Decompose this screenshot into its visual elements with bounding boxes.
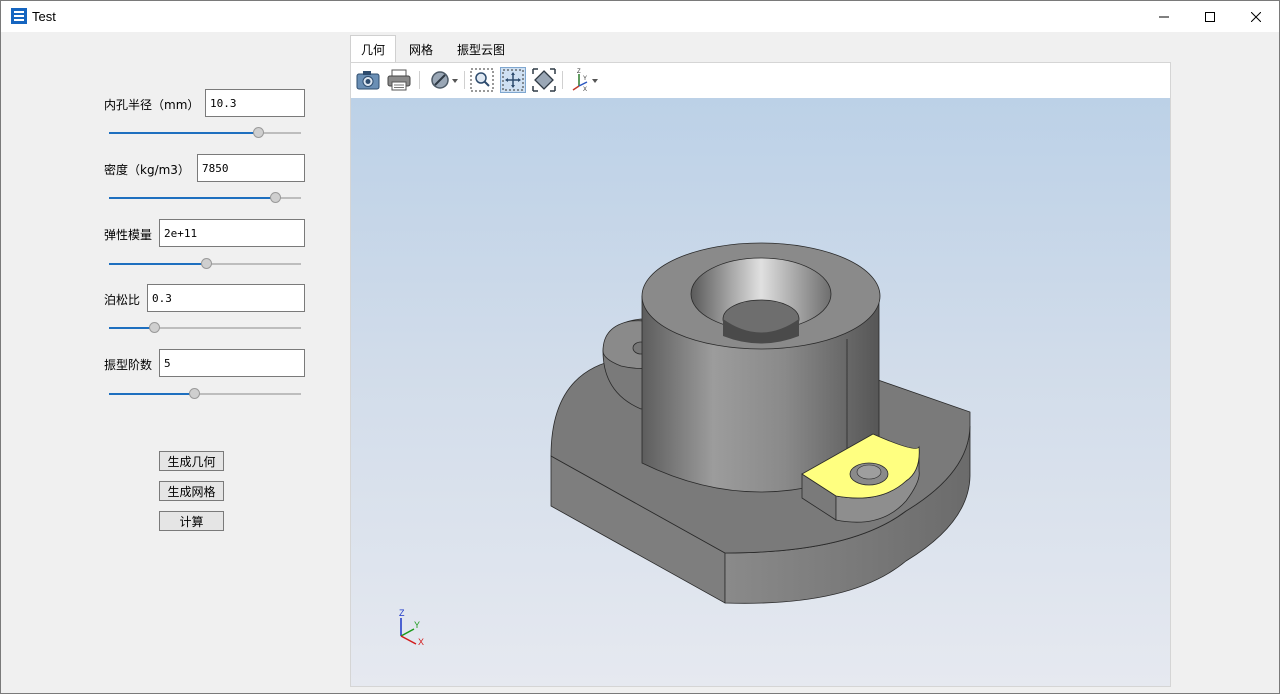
close-button[interactable] xyxy=(1233,1,1279,32)
screenshot-button[interactable] xyxy=(355,67,381,93)
inner-radius-slider[interactable] xyxy=(109,126,301,140)
elastic-modulus-slider[interactable] xyxy=(109,257,301,271)
pan-button[interactable] xyxy=(500,67,526,93)
compute-button[interactable]: 计算 xyxy=(159,511,224,531)
display-mode-button[interactable] xyxy=(428,67,460,93)
zoom-window-button[interactable] xyxy=(469,67,495,93)
minimize-icon xyxy=(1159,16,1169,17)
triad-z-label: Z xyxy=(399,608,405,618)
poisson-ratio-slider[interactable] xyxy=(109,321,301,335)
print-button[interactable] xyxy=(386,67,412,93)
slider-thumb[interactable] xyxy=(270,192,282,203)
mode-order-slider[interactable] xyxy=(109,387,301,401)
inner-radius-input[interactable] xyxy=(205,89,305,117)
3d-viewport[interactable]: Z Y X xyxy=(351,98,1170,686)
tab-mode-shape[interactable]: 振型云图 xyxy=(449,35,513,63)
elastic-modulus-label: 弹性模量 xyxy=(104,228,153,242)
toolbar-separator xyxy=(562,71,563,89)
mode-order-label: 振型阶数 xyxy=(104,358,153,372)
toolbar-separator xyxy=(464,71,465,89)
poisson-ratio-label: 泊松比 xyxy=(104,293,141,307)
inner-radius-label: 内孔半径（mm） xyxy=(104,98,200,112)
slider-thumb[interactable] xyxy=(200,258,212,269)
slider-thumb[interactable] xyxy=(252,127,264,138)
generate-geometry-button[interactable]: 生成几何 xyxy=(159,451,224,471)
title-bar[interactable]: Test xyxy=(1,1,1279,32)
main-window: Test 内孔半径（mm） 密度（kg/m3） 弹性模量 泊松比 xyxy=(0,0,1280,694)
triad-x-label: X xyxy=(418,637,424,647)
svg-text:Y: Y xyxy=(583,76,587,82)
toolbar-separator xyxy=(419,71,420,89)
window-title: Test xyxy=(32,9,56,24)
fit-all-button[interactable] xyxy=(531,67,557,93)
slider-thumb[interactable] xyxy=(149,322,161,333)
3d-scene: Z Y X xyxy=(399,242,971,647)
density-label: 密度（kg/m3） xyxy=(104,163,190,177)
fit-all-icon xyxy=(532,68,556,92)
app-icon xyxy=(11,8,27,24)
pan-icon xyxy=(502,69,524,91)
axis-triad: Z Y X xyxy=(399,608,424,647)
minimize-button[interactable] xyxy=(1141,1,1187,32)
zoom-window-icon xyxy=(470,68,494,92)
maximize-icon xyxy=(1205,11,1215,22)
slider-thumb[interactable] xyxy=(189,388,201,399)
maximize-button[interactable] xyxy=(1187,1,1233,32)
svg-text:Z: Z xyxy=(577,69,581,75)
elastic-modulus-input[interactable] xyxy=(159,219,305,247)
generate-mesh-button[interactable]: 生成网格 xyxy=(159,481,224,501)
viewer-toolbar: Z Y X xyxy=(351,63,1170,97)
tab-mesh[interactable]: 网格 xyxy=(398,35,444,63)
view-axes-button[interactable]: Z Y X xyxy=(569,67,599,93)
tab-geometry[interactable]: 几何 xyxy=(350,35,396,63)
mode-order-input[interactable] xyxy=(159,349,305,377)
close-icon xyxy=(1251,11,1261,22)
density-input[interactable] xyxy=(197,154,305,182)
svg-text:X: X xyxy=(583,87,587,92)
view-axes-icon: Z Y X xyxy=(572,69,598,92)
triad-y-label: Y xyxy=(414,620,420,630)
density-slider[interactable] xyxy=(109,191,301,205)
camera-icon xyxy=(356,71,380,90)
poisson-ratio-input[interactable] xyxy=(147,284,305,312)
print-icon xyxy=(387,69,411,91)
display-mode-icon xyxy=(431,71,458,89)
